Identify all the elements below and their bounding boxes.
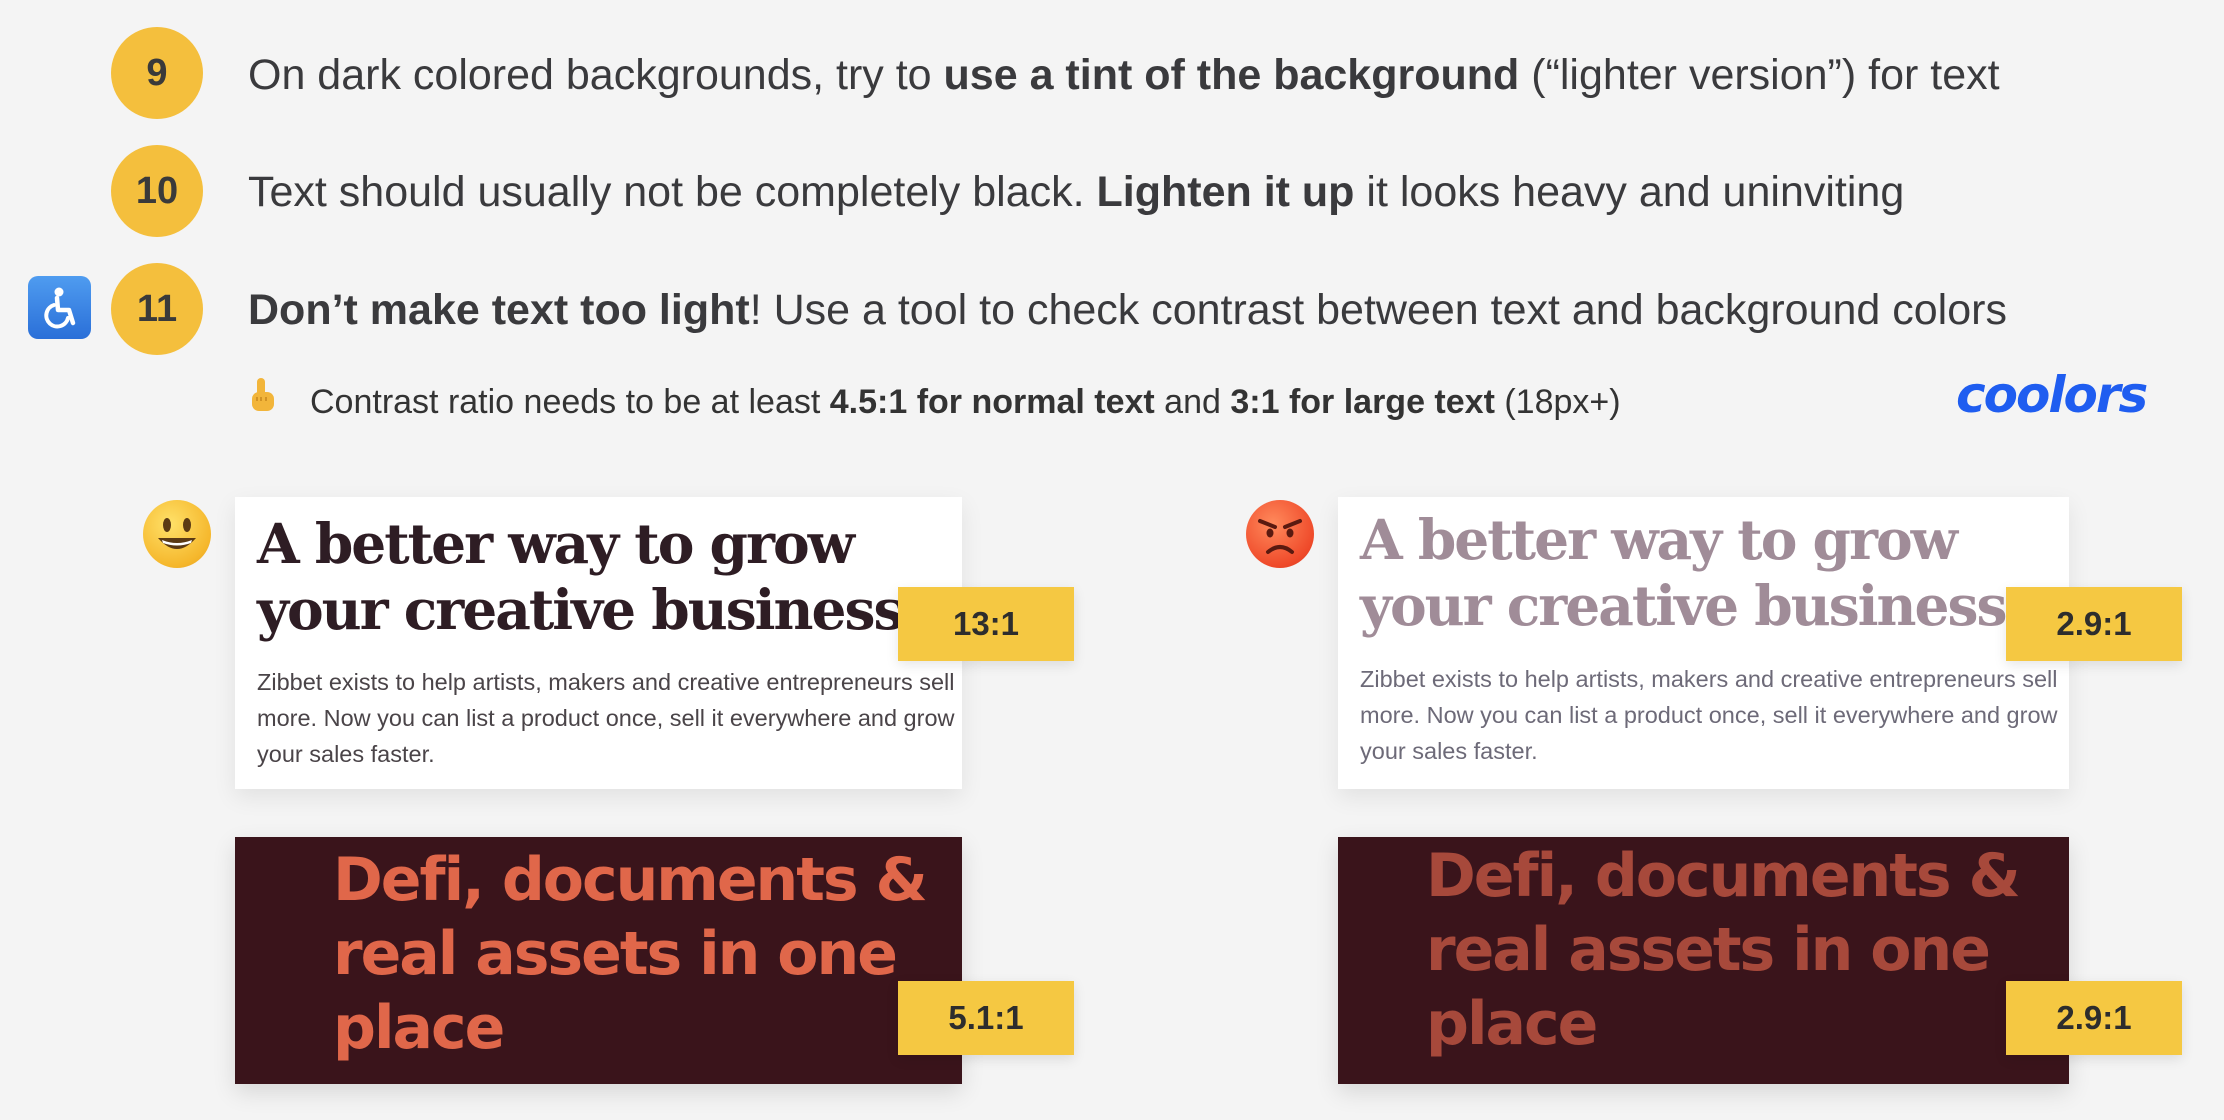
rule-text-9: On dark colored backgrounds, try to use … [248,51,2000,99]
bad-dark-ratio-badge: 2.9:1 [2006,981,2182,1055]
good-dark-heading: Defi, documents & real assets in one pla… [333,845,928,1063]
good-dark-ratio-badge: 5.1:1 [898,981,1074,1055]
good-ratio-badge: 13:1 [898,587,1074,661]
good-example-card: A better way to grow your creative busin… [235,497,962,789]
pointing-up-icon [248,377,284,422]
contrast-note: Contrast ratio needs to be at least 4.5:… [248,377,1621,422]
wheelchair-icon [28,276,91,339]
bad-dark-heading: Defi, documents & real assets in one pla… [1426,841,2021,1059]
bad-example-body: Zibbet exists to help artists, makers an… [1360,666,2058,764]
bad-example-card: A better way to grow your creative busin… [1338,497,2069,789]
rule-number-9: 9 [111,27,203,119]
angry-face-icon [1246,500,1314,568]
good-dark-example-card: Defi, documents & real assets in one pla… [235,837,962,1084]
good-example-heading: A better way to grow your creative busin… [257,511,904,642]
smiling-face-icon [143,500,211,568]
rule-text-10: Text should usually not be completely bl… [248,168,1905,216]
rule-text-11: Don’t make text too light! Use a tool to… [248,286,2007,334]
good-example-body: Zibbet exists to help artists, makers an… [257,669,955,767]
bad-ratio-badge: 2.9:1 [2006,587,2182,661]
bad-example-heading: A better way to grow your creative busin… [1360,507,2007,638]
rule-number-11: 11 [111,263,203,355]
coolors-logo[interactable]: coolors [1956,366,2148,424]
rule-number-10: 10 [111,145,203,237]
bad-dark-example-card: Defi, documents & real assets in one pla… [1338,837,2069,1084]
